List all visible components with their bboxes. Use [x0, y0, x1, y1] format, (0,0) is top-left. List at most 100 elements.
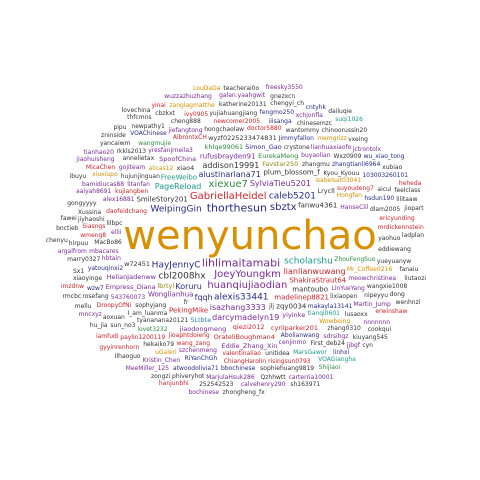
word-cloud-term: zhongheng_fx — [222, 388, 265, 396]
word-cloud-term: MacBo86 — [94, 239, 122, 247]
word-cloud-term: aiustinariana71 — [198, 169, 261, 179]
word-cloud-term: PageReload — [154, 181, 202, 191]
word-cloud-term: ZhouFengSuo — [334, 256, 376, 264]
word-cloud-term: katherine20131 — [219, 100, 267, 108]
word-cloud-term: yueyuanyw — [376, 257, 412, 265]
word-cloud-term: cbl2008hx — [158, 271, 206, 282]
word-cloud-term: AlbrontxCH — [172, 134, 207, 142]
word-cloud-term: isazhang3333 — [209, 302, 266, 312]
word-cloud-term: zhangmu — [301, 160, 330, 168]
word-cloud-term: hujunjinguan — [120, 173, 160, 181]
word-cloud-term: Lrycll — [317, 186, 335, 195]
word-cloud-term: atwoodolivia71 — [173, 364, 219, 372]
word-cloud-term: marry0327 — [67, 256, 101, 264]
word-cloud-term: LinYueYang — [331, 284, 365, 292]
word-cloud-term: yresfanjrneila3 — [148, 146, 193, 154]
word-cloud-term: zanglagmatthe — [169, 101, 215, 109]
word-cloud-term: liutaozi — [404, 275, 427, 283]
word-cloud-term: ericyunding — [379, 214, 415, 222]
word-cloud-term: ivy0905 — [184, 110, 209, 118]
word-cloud-term: unitidea — [265, 349, 290, 357]
word-cloud-term: iiisanga — [268, 117, 292, 125]
word-cloud-term: chengyi_ch — [270, 99, 305, 107]
word-cloud-term: zhang0310 — [327, 325, 361, 333]
word-cloud-term: dailuqie — [328, 108, 352, 116]
word-cloud-term: lilbpc — [106, 219, 123, 227]
word-cloud-term: sun_no3 — [110, 322, 136, 330]
word-cloud-term: WeipingGin — [150, 204, 202, 215]
word-cloud-term: teacherai0o — [223, 84, 260, 92]
word-cloud-term: wenhnzi — [395, 299, 421, 307]
word-cloud-term: MarsGawor — [293, 348, 327, 356]
word-cloud-term: sdrsihgz — [323, 332, 349, 340]
word-cloud-term: yatouqinxi2 — [87, 264, 124, 272]
word-cloud-term: 252542523 — [199, 380, 234, 388]
word-cloud-term: w72451 — [124, 259, 151, 268]
word-cloud-term: cntyhk — [305, 104, 326, 112]
word-cloud-term: xubiao — [382, 164, 403, 172]
word-cloud-term: thorthesun — [206, 201, 267, 215]
word-cloud-term: MarjulaHsuk286 — [206, 373, 255, 381]
word-cloud-term: lusaoxx — [344, 311, 368, 319]
word-cloud-term: bamidiucas88 — [82, 180, 125, 188]
word-cloud-term: khlqe99061 — [204, 143, 244, 152]
word-cloud-term: gongyyyy — [67, 200, 97, 208]
word-cloud-term: galan.yaahgwit — [219, 92, 266, 100]
word-cloud-term: Kyou_Kyouu — [323, 169, 360, 177]
word-cloud-term: mantoubo — [292, 285, 328, 294]
word-cloud-term: thfcmns — [127, 114, 152, 122]
word-cloud-term: madelinep8821 — [274, 293, 330, 302]
word-cloud-term: gyyinrenhorn — [99, 344, 140, 352]
word-cloud-term: nipeyyu — [364, 292, 389, 300]
word-cloud-term: Xussina — [77, 208, 102, 216]
word-cloud-term: jiefangtong — [168, 127, 203, 135]
word-cloud-term: rkkls2013 — [116, 147, 147, 155]
word-cloud-term: Favstar250 — [262, 159, 299, 168]
word-cloud-term: linhxi — [333, 348, 350, 356]
word-cloud-term: alicas12 — [148, 164, 174, 172]
word-cloud-term: lixiaopen — [330, 293, 358, 301]
word-cloud-term: meowchristinea — [348, 275, 397, 283]
word-cloud-term: chinoorussin20 — [321, 127, 368, 135]
word-cloud-term: Abolianwang — [280, 331, 320, 339]
word-cloud-term: cookqui — [367, 326, 392, 334]
word-cloud-term: tianqi0601 — [307, 310, 340, 318]
word-cloud-term: rosefang — [82, 293, 109, 301]
word-cloud-term: hanjunbhi — [158, 380, 189, 388]
word-cloud-term: chenyu — [45, 236, 68, 244]
word-cloud-term: xiuxiupo — [92, 171, 118, 179]
word-cloud-term: isabelsat03041 — [315, 176, 362, 184]
word-cloud-term: calvehenry290 — [240, 380, 286, 388]
word-cloud-term: mrdickennstein — [377, 224, 424, 232]
word-cloud-term: newpathy1 — [131, 122, 165, 130]
word-cloud-term: jiyhaoshi — [77, 215, 105, 223]
word-cloud-term: mncxyz — [78, 310, 102, 318]
word-cloud-term: uGaleri — [155, 348, 177, 356]
word-cloud-term: lihlimaitamabi — [201, 256, 281, 270]
word-cloud-term: valentinaliao — [222, 349, 261, 357]
word-cloud-term: ShakiraStraut64 — [289, 276, 347, 285]
word-cloud-term: gojiteam — [118, 164, 146, 172]
word-cloud-term: hsdun190 — [364, 195, 395, 203]
word-cloud-term: jctrontolx — [352, 145, 382, 153]
word-cloud-term: hirpuu — [68, 239, 89, 247]
word-cloud-term: zhangtianli6964 — [331, 161, 381, 169]
word-cloud-term: chinesemzc — [296, 119, 333, 127]
word-cloud-term: caleb5201 — [268, 191, 316, 202]
word-cloud-term: hekaiko79 — [143, 341, 175, 349]
word-cloud-term: phiveryhot — [172, 372, 205, 380]
word-cloud-term: memgrizz — [317, 134, 347, 142]
word-cloud-term: cheng888 — [170, 117, 201, 125]
word-cloud-term: freesky3550 — [265, 84, 303, 92]
word-cloud-term: PekingMike — [168, 306, 209, 315]
word-cloud-term: annelietax — [122, 155, 155, 163]
word-cloud-term: bnctieb — [56, 225, 79, 233]
word-cloud-term: jiopart — [404, 204, 424, 212]
word-cloud-term: fr — [183, 299, 189, 307]
word-cloud-term: litanfan — [127, 181, 150, 189]
word-cloud-term: daofeidchang — [106, 207, 147, 215]
word-cloud-term: Siasngs — [82, 222, 106, 230]
word-cloud-term: dong — [389, 290, 405, 298]
word-cloud-term: cyrilparker201 — [270, 323, 319, 332]
word-cloud-term: fqqh — [194, 292, 213, 302]
